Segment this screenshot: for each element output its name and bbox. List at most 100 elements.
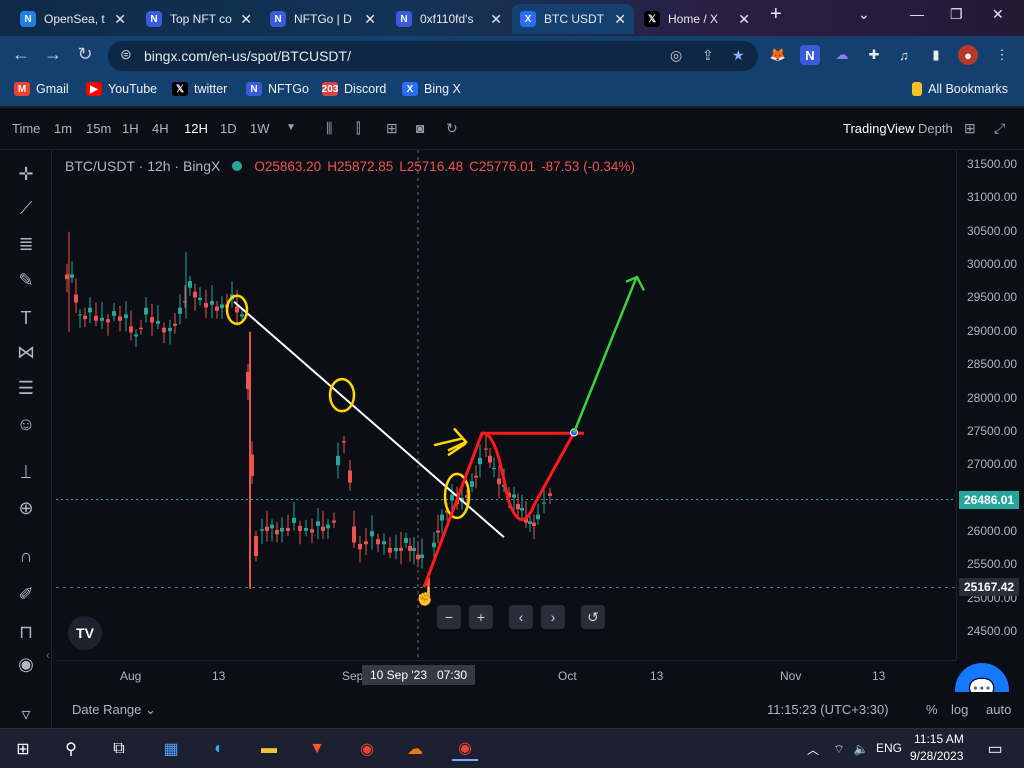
lock-icon[interactable]: ⊓ [14,620,38,644]
extensions-puzzle-icon[interactable]: ✚ [864,45,884,65]
close-tab-icon[interactable]: ✕ [614,11,626,28]
file-explorer-icon[interactable]: ▬ [256,737,282,761]
reset-chart-button[interactable]: ↺ [581,605,605,629]
notifications-icon[interactable]: ▭ [982,737,1008,761]
address-bar[interactable]: ⊜ bingx.com/en-us/spot/BTCUSDT/ ◎ ⇪ ★ [108,41,758,71]
interval-15m[interactable]: 15m [86,121,111,136]
indicators-icon[interactable]: ⫼ [326,120,332,137]
auto-toggle[interactable]: auto [986,702,1011,717]
collapse-toolbar-icon[interactable]: ‹ [46,650,50,662]
compare-icon[interactable]: ⊞ [386,120,398,137]
metamask-icon[interactable]: 🦊 [768,45,788,65]
bookmark-bing-x[interactable]: X Bing X [402,82,461,96]
close-window-icon[interactable]: ✕ [992,6,1004,23]
brave-icon[interactable]: ▼ [304,737,330,761]
log-toggle[interactable]: log [951,702,968,717]
eye-icon[interactable]: ◉ [14,652,38,676]
bookmark-star-icon[interactable]: ★ [732,47,745,64]
minimize-icon[interactable]: — [910,6,924,22]
candles-icon[interactable]: ⫿ [356,120,360,137]
percent-toggle[interactable]: % [926,702,938,717]
fib-tool-icon[interactable]: ☰ [14,376,38,400]
share-icon[interactable]: ⇪ [702,47,714,64]
zoom-out-button[interactable]: − [437,605,461,629]
layout-grid-icon[interactable]: ⊞ [964,120,976,137]
fullscreen-icon[interactable]: ⤢ [994,120,1005,137]
tab-5[interactable]: X BTC USDT ✕ [512,4,634,34]
tab-3[interactable]: N NFTGo | D ✕ [262,4,384,34]
pattern-tool-icon[interactable]: ⋈ [14,340,38,364]
close-tab-icon[interactable]: ✕ [738,11,750,28]
bookmark-youtube[interactable]: ▶ YouTube [86,82,157,96]
close-tab-icon[interactable]: ✕ [240,11,252,28]
extension-cloud-icon[interactable]: ☁ [832,45,852,65]
maximize-icon[interactable]: ❐ [950,6,963,23]
language-indicator[interactable]: ENG [876,741,902,755]
search-icon[interactable]: ⚲ [58,737,84,761]
taskbar-date[interactable]: 9/28/2023 [910,749,963,763]
edge-icon[interactable]: ◐ [206,737,232,761]
show-hidden-icons[interactable]: ︿ [800,737,826,761]
interval-4h[interactable]: 4H [152,121,169,136]
chrome-active-icon[interactable]: ◉ [452,737,478,761]
ruler-icon[interactable]: ⟘ [14,460,38,484]
interval-dropdown-icon[interactable]: ▼ [286,122,296,133]
bookmark-discord[interactable]: 203 Discord [322,82,386,96]
tab-search-icon[interactable]: ⌄ [858,6,870,23]
chrome-icon[interactable]: ◉ [354,737,380,761]
time-axis[interactable]: Aug 13 Sep Oct 13 Nov 13 10 Sep '23 07:30 [56,660,956,690]
side-panel-icon[interactable]: ▮ [926,45,946,65]
reload-icon[interactable]: ↻ [74,44,96,65]
tradingview-logo-icon[interactable]: TV [68,616,102,650]
tab-6[interactable]: 𝕏 Home / X ✕ [636,4,758,34]
eye-off-icon[interactable]: ◎ [670,47,682,64]
menu-dots-icon[interactable]: ⋮ [992,45,1012,65]
windows-start-icon[interactable]: ⊞ [10,737,36,761]
price-axis[interactable]: 31500.00 31000.00 30500.00 30000.00 29500.00… [956,150,1024,660]
tab-4[interactable]: N 0xf110fd's ✕ [388,4,510,34]
interval-12h[interactable]: 12H [184,121,208,136]
soundcloud-icon[interactable]: ☁ [402,737,428,761]
trash-icon[interactable]: ▿ [14,702,38,726]
interval-1d[interactable]: 1D [220,121,237,136]
brush-icon[interactable]: ✎ [14,268,38,292]
store-icon[interactable]: ▦ [158,737,184,761]
zoom-in-icon[interactable]: ⊕ [14,496,38,520]
volume-icon[interactable]: 🔈 [848,737,874,761]
horizontal-lines-icon[interactable]: ≣ [14,232,38,256]
task-view-icon[interactable]: ⧉ [106,737,132,761]
trendline-tool-icon[interactable]: ⟋ [14,196,38,220]
site-info-icon[interactable]: ⊜ [120,46,132,63]
close-tab-icon[interactable]: ✕ [114,11,126,28]
back-icon[interactable]: ← [10,44,32,65]
lock-drawing-icon[interactable]: ✐ [14,582,38,606]
interval-time[interactable]: Time [12,121,40,136]
crosshair-icon[interactable]: ✛ [14,162,38,186]
screenshot-icon[interactable]: ◙ [416,120,424,136]
profile-avatar-icon[interactable]: ● [958,45,978,65]
close-tab-icon[interactable]: ✕ [490,11,502,28]
bookmark-gmail[interactable]: M Gmail [14,82,69,96]
magnet-icon[interactable]: ∩ [14,544,38,568]
bookmark-twitter[interactable]: 𝕏twitter [172,82,227,96]
close-tab-icon[interactable]: ✕ [364,11,376,28]
new-tab-icon[interactable]: + [770,3,782,26]
utc-clock[interactable]: 11:15:23 (UTC+3:30) [767,702,889,717]
interval-1w[interactable]: 1W [250,121,270,136]
interval-1h[interactable]: 1H [122,121,139,136]
scroll-left-button[interactable]: ‹ [509,605,533,629]
tab-1[interactable]: N OpenSea, t ✕ [12,4,134,34]
emoji-icon[interactable]: ☺ [14,412,38,436]
reset-icon[interactable]: ↻ [446,120,458,137]
tradingview-tab[interactable]: TradingView [843,121,915,136]
forward-icon[interactable]: → [42,44,64,65]
date-range-button[interactable]: Date Range ⌄ [72,702,156,718]
price-chart[interactable] [56,150,956,660]
depth-tab[interactable]: Depth [918,121,953,136]
nftgo-extension-icon[interactable]: N [800,45,820,65]
zoom-in-button[interactable]: + [469,605,493,629]
text-tool-icon[interactable]: T [14,306,38,330]
bookmark-nftgo[interactable]: N NFTGo [246,82,309,96]
media-icon[interactable]: ♫ [894,45,914,65]
all-bookmarks[interactable]: All Bookmarks [912,82,1008,96]
